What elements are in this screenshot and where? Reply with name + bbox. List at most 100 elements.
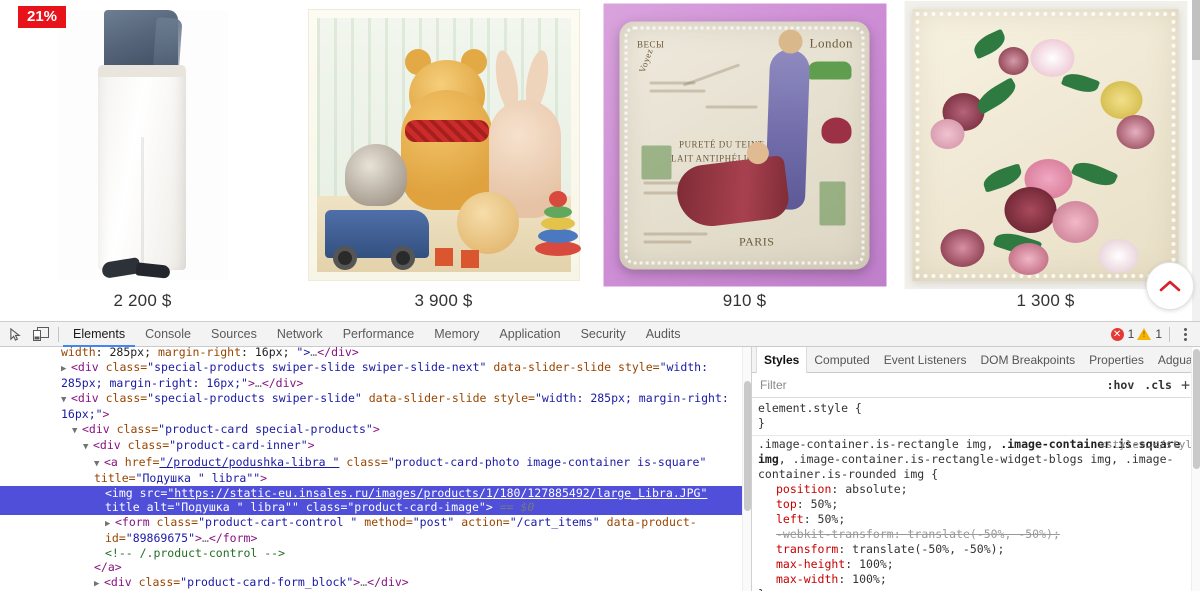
expand-triangle-icon[interactable]: ▶ [105,517,115,532]
style-rule[interactable]: <style>…</styl .image-container.is-rectan… [752,436,1200,591]
page-scrollbar-thumb[interactable] [1192,0,1200,60]
collapse-triangle-icon[interactable]: ▼ [61,393,71,408]
style-rule-origin[interactable]: <style>…</styl [1099,437,1192,452]
style-property[interactable]: left: 50%; [758,512,1194,527]
dom-token-attr: class= [116,421,159,436]
product-slide-floral-pillow[interactable]: 1 300 $ [903,0,1188,321]
tab-application[interactable]: Application [489,322,570,347]
expand-triangle-icon[interactable]: ▶ [94,577,104,591]
sidebar-tab-styles[interactable]: Styles [756,346,808,373]
dom-node[interactable]: ▼ <div class="product-card special-produc… [0,422,751,439]
dom-token-attr: class= [156,514,199,529]
tab-network[interactable]: Network [267,322,333,347]
style-property-value[interactable]: : 100%; [838,572,886,586]
collapse-triangle-icon[interactable]: ▼ [72,424,82,439]
scroll-to-top-button[interactable] [1146,262,1194,310]
style-property-value[interactable]: : 50%; [804,512,846,526]
style-property-value[interactable]: : absolute; [831,482,907,496]
devtools-panel: Elements Console Sources Network Perform… [0,321,1200,591]
dom-token-tag: <div [82,421,117,436]
product-card-photo[interactable]: ВЕСЫ London Voyez PURETÉ DU TEINT LAIT A… [602,0,887,290]
tab-performance[interactable]: Performance [333,322,425,347]
dom-token-ref: == $0 [492,500,535,514]
product-slide-trousers[interactable]: 21% 2 200 $ [0,0,285,321]
sidebar-tab-event-listeners[interactable]: Event Listeners [877,347,974,373]
styles-filter-input[interactable] [758,377,1102,393]
style-rule-selector[interactable]: element.style { [758,401,1194,416]
style-property-value[interactable]: : translate(-50%, -50%); [894,527,1060,541]
style-property-value[interactable]: : 50%; [797,497,839,511]
style-property-value[interactable]: : translate(-50%, -50%); [838,542,1004,556]
dom-node[interactable]: ▼ <div class="special-products swiper-sli… [0,391,751,422]
dom-node[interactable]: <!-- /.product-control --> [0,546,751,561]
product-slide-toys-picture[interactable]: 3 900 $ [301,0,586,321]
collapse-triangle-icon[interactable]: ▼ [83,440,93,455]
dom-token-tag: </form> [208,531,258,545]
style-property[interactable]: max-width: 100%; [758,572,1194,587]
dom-token-val: "product-card-photo image-container is-s… [387,454,707,469]
inspect-element-button[interactable] [2,323,28,346]
sidebar-tab-computed[interactable]: Computed [807,347,876,373]
sidebar-tab-properties[interactable]: Properties [1082,347,1151,373]
dom-token-attr: src= [139,485,168,500]
style-property-name[interactable]: position [776,482,831,496]
style-property-name[interactable]: transform [776,542,838,556]
cls-toggle[interactable]: .cls [1139,378,1177,392]
style-property[interactable]: -webkit-transform: translate(-50%, -50%)… [758,527,1194,542]
dom-node-selected[interactable]: <img src="https://static-eu.insales.ru/i… [0,485,751,515]
dom-node[interactable]: ▼ <div class="product-card-inner"> [0,438,751,455]
error-counter[interactable]: ✕ 1 [1110,327,1134,341]
dom-node[interactable]: ▶ <div class="product-card-form_block">…<… [0,575,751,591]
dom-token-val: "product-card special-products" [158,421,373,436]
hov-toggle[interactable]: :hov [1102,378,1140,392]
tab-memory[interactable]: Memory [424,322,489,347]
dom-node[interactable]: ▶ <form class="product-cart-control " met… [0,515,751,546]
style-property[interactable]: top: 50%; [758,497,1194,512]
style-property-name[interactable]: top [776,497,797,511]
tab-sources[interactable]: Sources [201,322,267,347]
dom-node[interactable]: </a> [0,560,751,575]
style-property-value[interactable]: : 100%; [845,557,893,571]
dom-token-tag: </div> [261,376,304,390]
styles-scrollbar-thumb[interactable] [1193,349,1200,469]
dom-token-tag: <form [115,514,157,529]
dom-token-val: "post" [412,514,455,529]
dom-node[interactable]: ▼ <a href="/product/podushka-libra " clas… [0,455,751,486]
dom-token-val: "product-card-inner" [169,438,308,452]
styles-scrollbar[interactable] [1191,347,1200,591]
dom-node[interactable]: width: 285px; margin-right: 16px; ">…</d… [0,347,751,360]
style-property[interactable]: max-height: 100%; [758,557,1194,572]
expand-triangle-icon[interactable]: ▶ [61,362,71,377]
style-rule[interactable]: element.style {} [752,400,1200,436]
tab-audits[interactable]: Audits [636,322,691,347]
dom-attribute-link[interactable]: "https://static-eu.insales.ru/images/pro… [167,486,707,500]
style-property[interactable]: transform: translate(-50%, -50%); [758,542,1194,557]
dom-token-attr: margin-right [157,347,242,359]
style-property[interactable]: position: absolute; [758,482,1194,497]
dom-scrollbar[interactable] [742,347,751,591]
device-toolbar-button[interactable] [28,323,54,346]
sidebar-tab-dom-breakpoints[interactable]: DOM Breakpoints [973,347,1082,373]
style-property-name[interactable]: left [776,512,804,526]
dom-attribute-link[interactable]: "/product/podushka-libra " [159,455,339,469]
elements-dom-tree[interactable]: width: 285px; margin-right: 16px; ">…</d… [0,347,752,591]
product-card-photo[interactable] [903,0,1188,290]
tab-elements[interactable]: Elements [63,322,135,347]
warning-counter[interactable]: 1 [1137,327,1162,341]
devtools-more-button[interactable] [1177,327,1194,341]
style-property-name[interactable]: max-width [776,572,838,586]
style-property-name[interactable]: -webkit-transform [776,527,894,541]
dom-scrollbar-thumb[interactable] [744,381,751,511]
collapse-triangle-icon[interactable]: ▼ [94,457,104,472]
product-slide-podushka-libra[interactable]: ВЕСЫ London Voyez PURETÉ DU TEINT LAIT A… [602,0,887,321]
tab-console[interactable]: Console [135,322,201,347]
dom-token-attr: style= [618,359,660,374]
product-price: 910 $ [722,291,767,310]
product-card-photo[interactable] [301,0,586,290]
page-scrollbar[interactable] [1192,0,1200,321]
product-card-photo[interactable] [0,0,285,290]
dom-node[interactable]: ▶ <div class="special-products swiper-sli… [0,360,751,391]
dom-token-attr: class= [127,438,170,452]
style-property-name[interactable]: max-height [776,557,845,571]
tab-security[interactable]: Security [571,322,636,347]
